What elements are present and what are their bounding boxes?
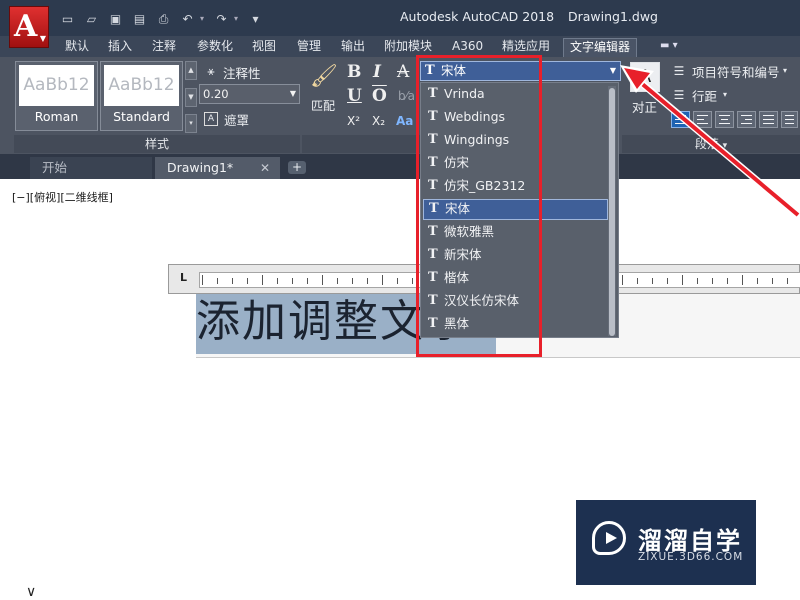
gallery-scroll-up-button[interactable]: ▲ [185,61,197,80]
ucs-icon: ∨ [26,584,37,600]
ruler-tick [787,278,788,284]
add-tab-button[interactable]: + [288,161,306,174]
ribbon-tab-bar: 默认 插入 注释 参数化 视图 管理 输出 附加模块 A360 精选应用 文字编… [0,36,800,57]
text-height-field[interactable]: 0.20 ▼ [199,84,300,104]
ruler-tick [652,278,653,284]
tab-insert[interactable]: 插入 [102,38,138,57]
annotative-toggle[interactable]: 注释性 [223,63,261,82]
style-gallery-item-roman[interactable]: AaBb12 Roman [15,61,98,131]
ruler-tick [727,278,728,284]
style-gallery-item-standard[interactable]: AaBb12 Standard [100,61,183,131]
open-icon[interactable]: ▱ [84,12,99,26]
doc-tab-label: Drawing1* [167,160,234,175]
autocad-logo-icon: A [14,9,38,44]
tab-default[interactable]: 默认 [59,38,95,57]
change-case-button[interactable]: Aa [396,112,413,130]
ruler-tick [622,275,623,285]
undo-icon[interactable]: ↶ [180,12,195,26]
mask-icon: A [204,112,218,126]
title-bar: ▭ ▱ ▣ ▤ ⎙ ↶ ▾ ↷ ▾ ▾ Autodesk AutoCAD 201… [0,0,800,36]
tab-output[interactable]: 输出 [335,38,371,57]
ruler-tick [262,275,263,285]
style-panel-title: 样式 [14,135,300,153]
ruler-tick [217,278,218,284]
watermark-logo: 溜溜自学 ZIXUE.3D66.COM [576,500,756,585]
tab-stop-left-icon[interactable]: L [180,271,187,284]
tab-parametric[interactable]: 参数化 [191,38,239,57]
ruler-tick [712,278,713,284]
play-icon [592,521,626,555]
match-properties-icon[interactable]: 🖌 [310,63,338,91]
ruler-tick [352,278,353,284]
stack-icon[interactable]: b⁄a [398,87,415,105]
ruler-tick [772,278,773,284]
doc-tab-drawing1[interactable]: Drawing1* ✕ [155,157,280,179]
ruler-tick [637,278,638,284]
ruler-tick [247,278,248,284]
ruler-tick [322,275,323,285]
italic-button[interactable]: I [373,63,381,81]
bold-button[interactable]: B [347,63,361,81]
customize-dropdown-icon[interactable]: ▾ [248,12,263,26]
style-preview: AaBb12 [19,65,94,106]
superscript-button[interactable]: X² [347,112,360,130]
redo-icon[interactable]: ↷ [214,12,229,26]
chevron-down-icon: ▼ [289,89,296,98]
annotative-icon: ⚹ [207,64,215,78]
formatting-panel-footer [302,135,420,153]
underline-button[interactable]: U [347,87,362,105]
ruler-tick [337,278,338,284]
strikethrough-button[interactable]: A [397,63,409,81]
ruler-tick [397,278,398,284]
tab-manage[interactable]: 管理 [291,38,327,57]
overline-button[interactable]: O [372,87,387,105]
close-icon[interactable]: ✕ [260,157,270,179]
text-height-value: 0.20 [203,87,229,101]
window-file-name: Drawing1.dwg [568,9,658,24]
ruler-tick [277,278,278,284]
window-title: Autodesk AutoCAD 2018 [400,9,555,24]
match-properties-button[interactable]: 匹配 [311,97,335,114]
ruler-tick [382,275,383,285]
ruler-tick [697,278,698,284]
application-menu-button[interactable]: A ▼ [9,6,49,48]
watermark-subtitle: ZIXUE.3D66.COM [638,551,744,563]
gallery-scroll-down-button[interactable]: ▼ [185,88,197,107]
chevron-down-icon: ▼ [39,34,46,43]
ruler-tick [757,278,758,284]
highlight-box [416,55,542,357]
tab-annotate[interactable]: 注释 [146,38,182,57]
ruler-tick [367,278,368,284]
annotation-arrow [620,65,800,218]
ruler-tick [412,278,413,284]
ruler-tick [307,278,308,284]
subscript-button[interactable]: X₂ [372,112,385,130]
redo-dropdown-icon[interactable]: ▾ [232,12,240,26]
style-name: Standard [113,109,170,124]
style-name: Roman [34,109,79,124]
doc-tab-start[interactable]: 开始 [30,157,152,179]
ruler-tick [667,278,668,284]
print-icon[interactable]: ⎙ [156,12,171,26]
mask-button[interactable]: 遮罩 [224,110,249,129]
gallery-expand-button[interactable]: ▾ [185,114,197,133]
style-preview: AaBb12 [104,65,179,106]
save-as-icon[interactable]: ▤ [132,12,147,26]
new-icon[interactable]: ▭ [60,12,75,26]
undo-dropdown-icon[interactable]: ▾ [198,12,206,26]
tab-view[interactable]: 视图 [246,38,282,57]
save-icon[interactable]: ▣ [108,12,123,26]
ruler-tick [742,275,743,285]
ruler-tick [682,275,683,285]
ruler-tick [292,278,293,284]
ruler-tick [202,275,203,285]
ruler-tick [232,278,233,284]
viewport-controls[interactable]: [−][俯视][二维线框] [12,189,113,205]
ribbon-display-toggle-icon[interactable]: ▬ ▾ [660,39,686,53]
